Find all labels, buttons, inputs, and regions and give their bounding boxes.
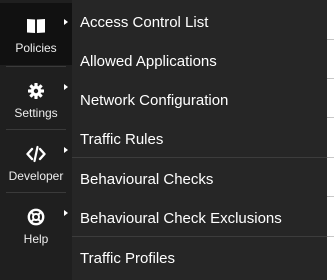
sidebar-item-label: Settings bbox=[14, 106, 58, 120]
sidebar: Policies Settings Developer Help bbox=[0, 0, 72, 280]
menu-item-network-configuration[interactable]: Network Configuration bbox=[72, 81, 327, 120]
chevron-right-icon bbox=[64, 84, 68, 90]
sidebar-item-help[interactable]: Help bbox=[0, 194, 72, 256]
sidebar-divider bbox=[6, 66, 66, 67]
menu-item-label: Access Control List bbox=[80, 14, 209, 31]
policies-flyout-menu: Access Control List Allowed Applications… bbox=[72, 0, 327, 280]
sidebar-divider bbox=[6, 129, 66, 130]
menu-item-label: Traffic Rules bbox=[80, 131, 164, 148]
chevron-right-icon bbox=[64, 147, 68, 153]
sidebar-item-developer[interactable]: Developer bbox=[0, 131, 72, 193]
gear-icon bbox=[26, 82, 46, 100]
menu-separator bbox=[72, 157, 327, 158]
menu-separator bbox=[72, 236, 327, 237]
chevron-right-icon bbox=[64, 210, 68, 216]
lifebuoy-icon bbox=[26, 208, 46, 226]
code-icon bbox=[26, 145, 46, 163]
sidebar-item-label: Policies bbox=[15, 41, 57, 55]
sidebar-item-label: Developer bbox=[8, 169, 64, 183]
sidebar-divider bbox=[6, 192, 66, 193]
menu-item-label: Traffic Profiles bbox=[80, 250, 176, 267]
menu-item-label: Behavioural Check Exclusions bbox=[80, 210, 282, 227]
menu-item-allowed-applications[interactable]: Allowed Applications bbox=[72, 42, 327, 81]
sidebar-item-label: Help bbox=[23, 232, 49, 246]
sidebar-item-policies[interactable]: Policies bbox=[0, 3, 72, 65]
menu-item-access-control-list[interactable]: Access Control List bbox=[72, 3, 327, 42]
menu-item-behavioural-check-exclusions[interactable]: Behavioural Check Exclusions bbox=[72, 199, 327, 238]
chevron-right-icon bbox=[64, 19, 68, 25]
menu-item-behavioural-checks[interactable]: Behavioural Checks bbox=[72, 160, 327, 199]
menu-item-traffic-rules[interactable]: Traffic Rules bbox=[72, 120, 327, 159]
menu-item-label: Behavioural Checks bbox=[80, 171, 214, 188]
book-icon bbox=[26, 17, 46, 35]
menu-item-traffic-profiles[interactable]: Traffic Profiles bbox=[72, 239, 327, 278]
menu-item-label: Allowed Applications bbox=[80, 53, 217, 70]
menu-item-label: Network Configuration bbox=[80, 92, 229, 109]
sidebar-item-settings[interactable]: Settings bbox=[0, 68, 72, 130]
